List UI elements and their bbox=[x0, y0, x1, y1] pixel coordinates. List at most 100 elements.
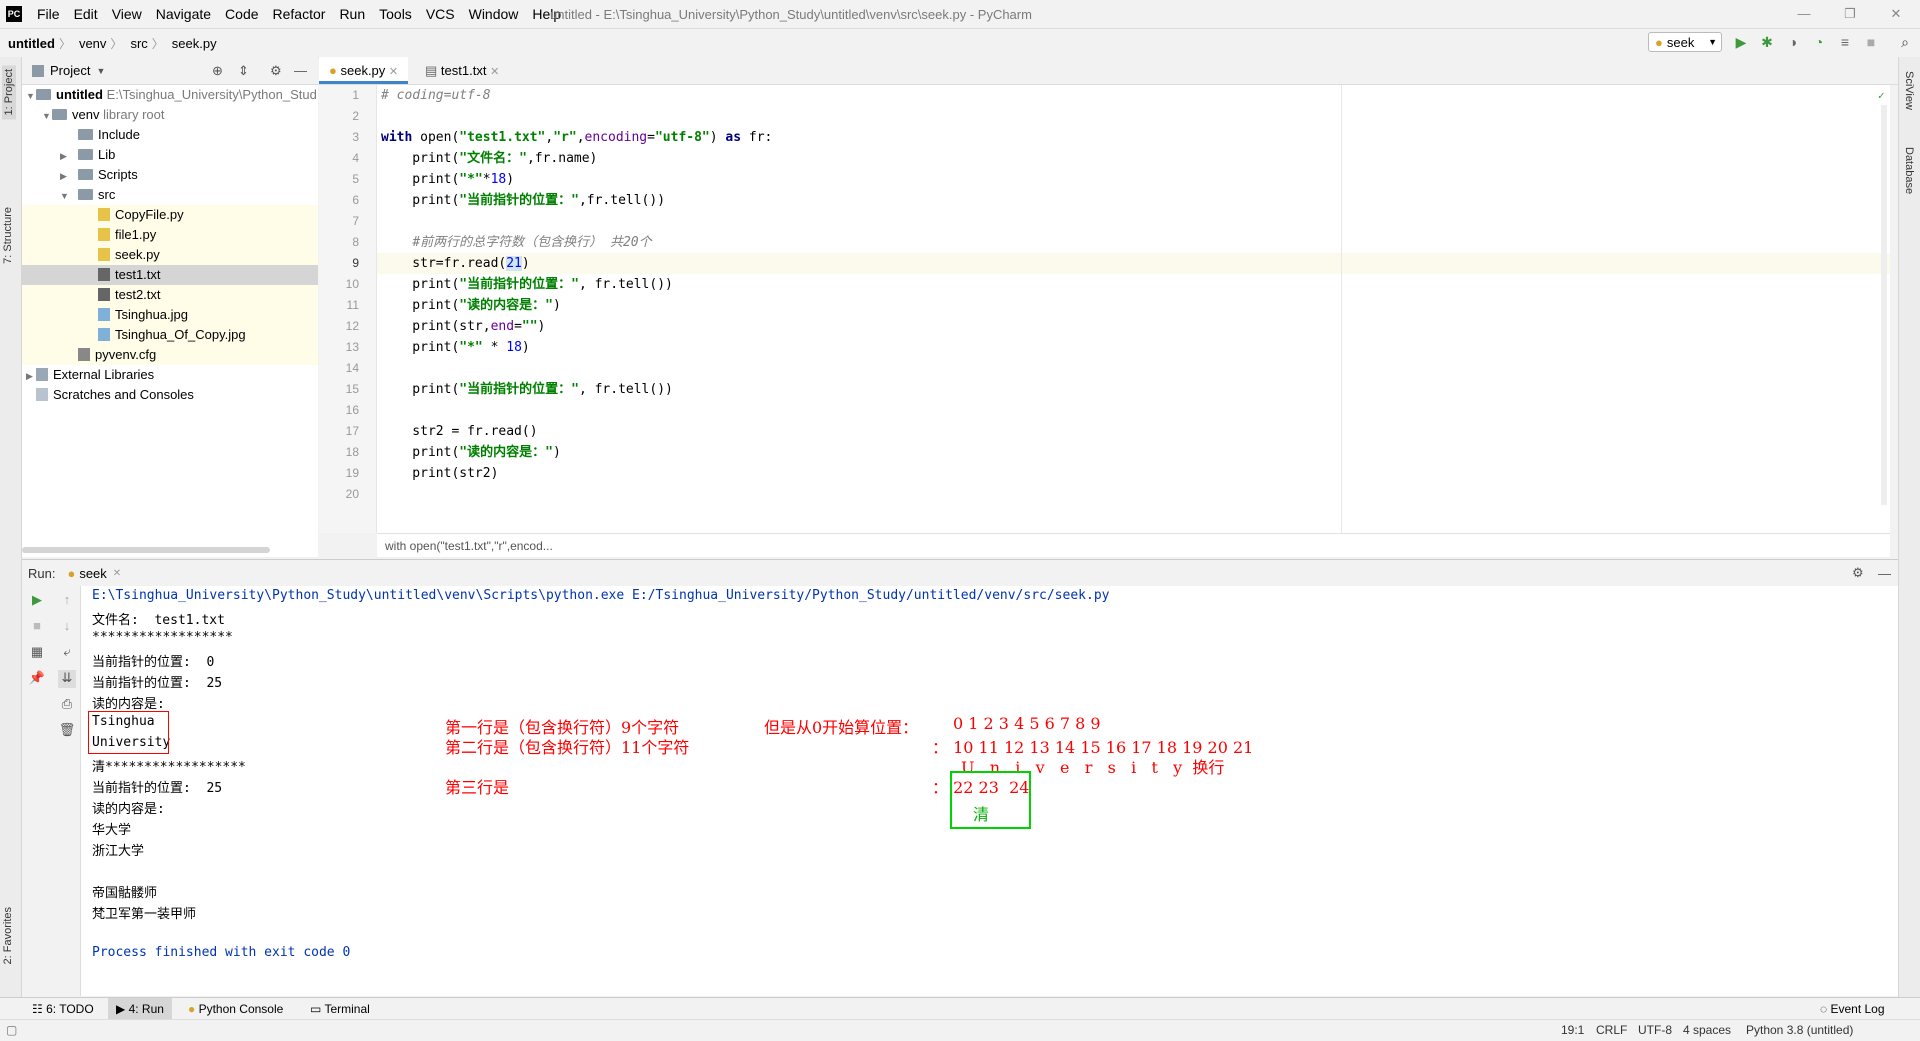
expand-arrow-icon[interactable]: ▶ bbox=[22, 146, 70, 166]
up-arrow-icon[interactable]: ↑ bbox=[58, 592, 76, 610]
search-icon[interactable]: ⌕ bbox=[1896, 33, 1914, 51]
gear-icon[interactable]: ⚙ bbox=[1852, 565, 1864, 581]
code-editor[interactable]: ✓ # coding=utf-8 with open("test1.txt","… bbox=[377, 85, 1890, 533]
down-arrow-icon[interactable]: ↓ bbox=[58, 618, 76, 636]
code-line-3: with open("test1.txt","r",encoding="utf-… bbox=[381, 130, 773, 145]
stop-icon[interactable]: ■ bbox=[28, 618, 46, 636]
crumb-file[interactable]: seek.py bbox=[164, 36, 221, 51]
menu-view[interactable]: View bbox=[105, 6, 149, 22]
tool-tab-run[interactable]: ▶ 4: Run bbox=[108, 998, 172, 1020]
tool-tab-todo[interactable]: ☷ 6: TODO bbox=[24, 998, 102, 1020]
folder-icon bbox=[78, 129, 93, 140]
tree-item-scripts[interactable]: ▶ Scripts bbox=[22, 165, 318, 185]
profile-icon[interactable]: ◔ bbox=[1810, 33, 1828, 51]
pin-icon[interactable]: 📌 bbox=[28, 670, 46, 688]
tree-item-external-libraries[interactable]: ▶ External Libraries bbox=[22, 365, 318, 385]
run-icon[interactable]: ▶ bbox=[1732, 33, 1750, 51]
tree-item-scratches[interactable]: Scratches and Consoles bbox=[22, 385, 318, 405]
minimize-icon[interactable]: — bbox=[1796, 6, 1812, 22]
tab-test1-txt[interactable]: ▤ test1.txt ✕ bbox=[415, 57, 509, 84]
chevron-down-icon[interactable]: ▼ bbox=[96, 66, 105, 76]
tool-tab-event-log[interactable]: ◌ Event Log bbox=[1812, 998, 1893, 1020]
menu-vcs[interactable]: VCS bbox=[419, 6, 462, 22]
tree-item-test2[interactable]: test2.txt bbox=[22, 285, 318, 305]
rerun-icon[interactable]: ▶ bbox=[28, 592, 46, 610]
gear-icon[interactable]: ⚙ bbox=[270, 63, 282, 79]
expand-arrow-icon[interactable]: ▼ bbox=[22, 186, 70, 206]
hide-icon[interactable]: — bbox=[294, 63, 307, 78]
caret-position[interactable]: 19:1 bbox=[1561, 1023, 1584, 1037]
tree-item-untitled[interactable]: ▼ untitled E:\Tsinghua_University\Python_… bbox=[22, 85, 318, 105]
tool-tab-favorites[interactable]: 2: Favorites bbox=[2, 907, 14, 964]
collapse-all-icon[interactable]: ⇕ bbox=[238, 63, 249, 79]
build-icon[interactable]: ≡ bbox=[1836, 33, 1854, 51]
tree-item-lib[interactable]: ▶ Lib bbox=[22, 145, 318, 165]
run-tab-seek[interactable]: seek bbox=[79, 566, 106, 581]
restore-icon[interactable]: ❐ bbox=[1842, 6, 1858, 22]
indent-setting[interactable]: 4 spaces bbox=[1683, 1023, 1731, 1037]
run-console[interactable]: E:\Tsinghua_University\Python_Study\unti… bbox=[81, 586, 1898, 996]
expand-arrow-icon[interactable]: ▼ bbox=[22, 86, 36, 106]
navigation-bar: untitled 〉 venv 〉 src 〉 seek.py bbox=[0, 28, 1920, 58]
tree-item-copyfile[interactable]: CopyFile.py bbox=[22, 205, 318, 225]
expand-arrow-icon[interactable]: ▶ bbox=[22, 166, 70, 186]
close-icon[interactable]: ✕ bbox=[389, 66, 398, 78]
python-interpreter[interactable]: Python 3.8 (untitled) bbox=[1746, 1023, 1853, 1037]
tree-item-include[interactable]: Include bbox=[22, 125, 318, 145]
tree-item-tsinghua-copy-jpg[interactable]: Tsinghua_Of_Copy.jpg bbox=[22, 325, 318, 345]
locate-icon[interactable]: ⊕ bbox=[212, 63, 223, 79]
tree-label: Tsinghua_Of_Copy.jpg bbox=[115, 327, 246, 342]
close-icon[interactable]: ✕ bbox=[113, 568, 121, 579]
print-icon[interactable]: ⎙ bbox=[58, 696, 76, 714]
menu-code[interactable]: Code bbox=[218, 6, 265, 22]
tool-tab-terminal[interactable]: ▭ Terminal bbox=[302, 998, 378, 1020]
close-window-icon[interactable]: ✕ bbox=[1888, 6, 1904, 22]
tree-item-test1[interactable]: test1.txt bbox=[22, 265, 318, 285]
menu-navigate[interactable]: Navigate bbox=[149, 6, 218, 22]
tree-item-file1[interactable]: file1.py bbox=[22, 225, 318, 245]
line-number: 3 bbox=[352, 130, 359, 144]
expand-arrow-icon[interactable]: ▶ bbox=[22, 366, 36, 386]
trash-icon[interactable]: 🗑 bbox=[58, 722, 76, 740]
menu-run[interactable]: Run bbox=[332, 6, 372, 22]
run-config-select[interactable]: ● seek ▼ bbox=[1648, 32, 1722, 52]
menu-window[interactable]: Window bbox=[462, 6, 526, 22]
coverage-icon[interactable]: ◑ bbox=[1784, 33, 1802, 51]
tree-item-pyvenv[interactable]: pyvenv.cfg bbox=[22, 345, 318, 365]
menu-edit[interactable]: Edit bbox=[67, 6, 105, 22]
crumb-project[interactable]: untitled bbox=[0, 36, 59, 51]
file-encoding[interactable]: UTF-8 bbox=[1638, 1023, 1672, 1037]
crumb-src[interactable]: src bbox=[122, 36, 151, 51]
stop-icon[interactable]: ■ bbox=[1862, 33, 1880, 51]
tree-item-src[interactable]: ▼ src bbox=[22, 185, 318, 205]
line-number: 11 bbox=[346, 298, 359, 312]
tree-item-tsinghua-jpg[interactable]: Tsinghua.jpg bbox=[22, 305, 318, 325]
menu-tools[interactable]: Tools bbox=[372, 6, 419, 22]
layout-icon[interactable]: ▦ bbox=[28, 644, 46, 662]
tool-tab-database[interactable]: Database bbox=[1903, 147, 1915, 194]
horizontal-scrollbar[interactable] bbox=[22, 547, 270, 553]
close-icon[interactable]: ✕ bbox=[490, 66, 499, 78]
tool-tab-project[interactable]: 1: Project bbox=[2, 65, 16, 120]
line-separator[interactable]: CRLF bbox=[1596, 1023, 1627, 1037]
tree-item-venv[interactable]: ▼ venv library root bbox=[22, 105, 318, 125]
tool-tab-sciview[interactable]: SciView bbox=[1903, 71, 1915, 110]
vertical-scrollbar[interactable] bbox=[1881, 105, 1887, 505]
crumb-venv[interactable]: venv bbox=[71, 36, 110, 51]
project-view-select[interactable]: Project bbox=[50, 63, 90, 78]
soft-wrap-icon[interactable]: ⤶ bbox=[58, 644, 76, 662]
menu-file[interactable]: File bbox=[30, 6, 67, 22]
expand-arrow-icon[interactable]: ▼ bbox=[22, 106, 52, 126]
line-number: 17 bbox=[345, 424, 359, 438]
tool-tab-structure[interactable]: 7: Structure bbox=[2, 207, 14, 264]
tab-seek-py[interactable]: ● seek.py ✕ bbox=[319, 57, 409, 84]
panel-toggle-icon[interactable]: ▢ bbox=[6, 1023, 17, 1037]
tree-item-seek[interactable]: seek.py bbox=[22, 245, 318, 265]
tool-tab-python-console[interactable]: ● Python Console bbox=[180, 998, 291, 1020]
scroll-to-end-icon[interactable]: ⇊ bbox=[58, 670, 76, 688]
editor-breadcrumb[interactable]: with open("test1.txt","r",encod... bbox=[377, 533, 1890, 557]
menu-refactor[interactable]: Refactor bbox=[266, 6, 333, 22]
folder-icon bbox=[52, 109, 67, 120]
debug-icon[interactable]: ✱ bbox=[1758, 33, 1776, 51]
hide-icon[interactable]: — bbox=[1878, 566, 1891, 581]
